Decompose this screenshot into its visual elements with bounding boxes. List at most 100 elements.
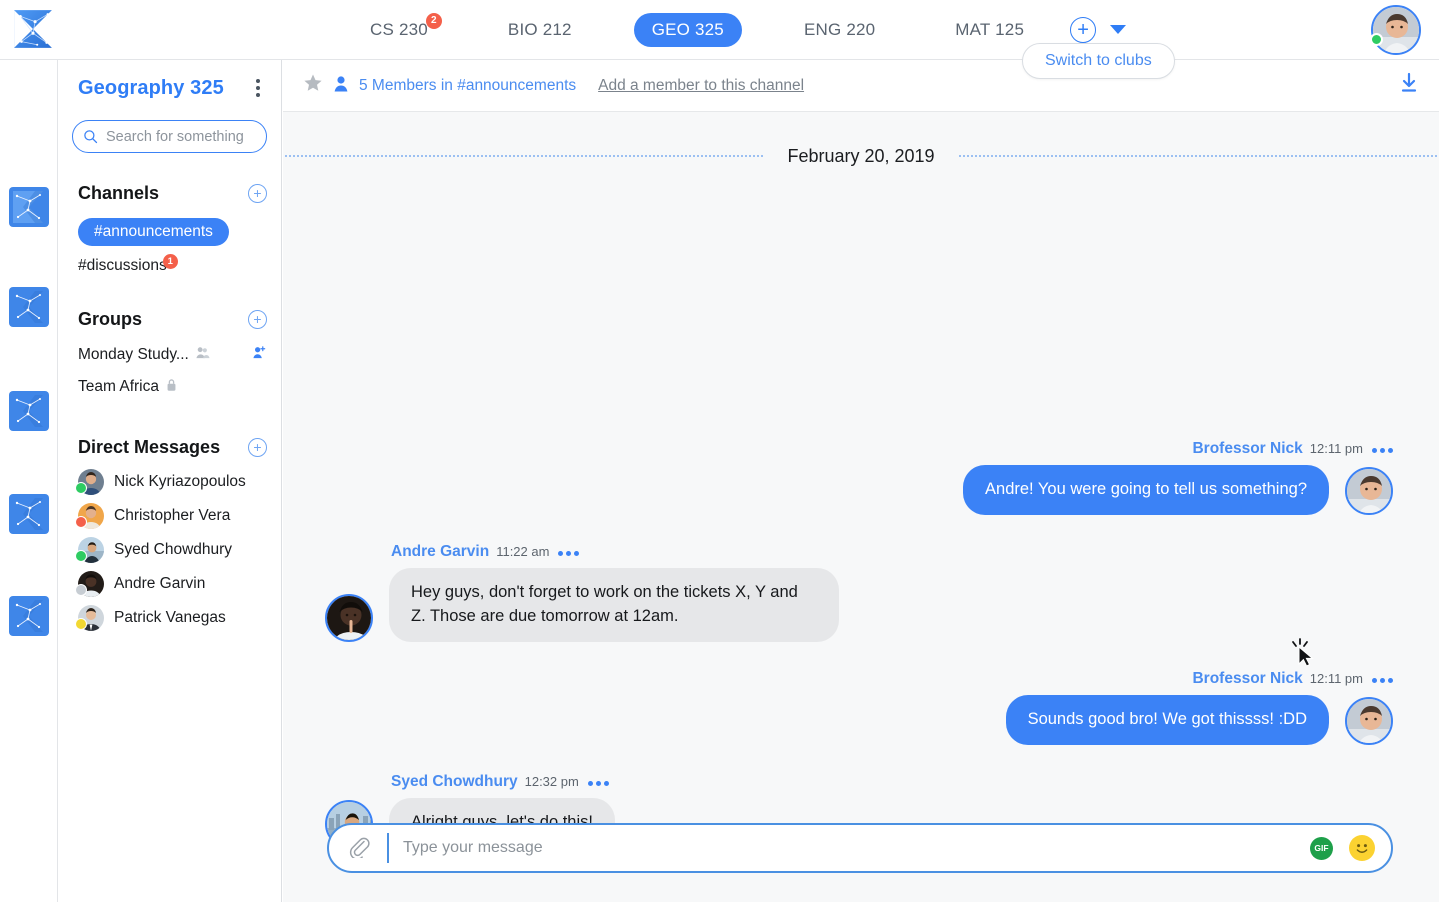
text-cursor xyxy=(387,833,389,863)
gif-button[interactable]: GIF xyxy=(1310,836,1333,860)
date-label: February 20, 2019 xyxy=(787,145,935,166)
divider-line-right xyxy=(958,155,1437,157)
add-dm-icon[interactable]: + xyxy=(248,437,267,457)
message-meta: Brofessor Nick 12:11 pm xyxy=(963,440,1393,458)
chevron-down-icon[interactable] xyxy=(1110,25,1127,34)
list-item[interactable]: Syed Chowdhury xyxy=(58,533,281,567)
group-label: Monday Study... xyxy=(78,346,189,363)
rail-workspace-4[interactable] xyxy=(9,494,49,534)
tab-bio-212[interactable]: BIO 212 xyxy=(490,13,590,47)
section-groups: Groups + xyxy=(58,307,281,331)
smiley-icon[interactable] xyxy=(1349,835,1375,861)
star-icon[interactable] xyxy=(303,73,323,98)
plus-circle-icon[interactable]: + xyxy=(1070,16,1097,43)
message-author: Brofessor Nick xyxy=(1192,669,1303,687)
tab-geo-325[interactable]: GEO 325 xyxy=(633,12,742,47)
channel-label: #announcements xyxy=(78,218,229,246)
tab-label: MAT 125 xyxy=(955,19,1025,39)
rail-workspace-3[interactable] xyxy=(9,391,49,431)
tab-label: GEO 325 xyxy=(651,19,724,39)
list-item[interactable]: Christopher Vera xyxy=(58,499,281,533)
search-input[interactable] xyxy=(72,120,267,153)
tab-badge: 2 xyxy=(425,12,442,29)
avatar[interactable] xyxy=(1345,466,1393,515)
more-options-icon[interactable] xyxy=(587,780,609,786)
rail-workspace-2[interactable] xyxy=(9,287,49,327)
page-title: Geography 325 xyxy=(78,76,224,99)
channel-label: #discussions xyxy=(78,257,167,274)
dm-name: Christopher Vera xyxy=(114,507,231,524)
section-label: Direct Messages xyxy=(78,436,221,457)
paperclip-icon[interactable] xyxy=(347,834,371,863)
message-author: Syed Chowdhury xyxy=(391,772,518,790)
list-item[interactable]: Nick Kyriazopoulos xyxy=(58,465,281,499)
switch-to-clubs-popup[interactable]: Switch to clubs xyxy=(1022,43,1175,79)
online-status-dot xyxy=(1370,33,1383,46)
rail-workspace-1[interactable] xyxy=(9,187,49,227)
sidebar-item-team-africa[interactable]: Team Africa xyxy=(58,371,281,403)
list-item[interactable]: Patrick Vanegas xyxy=(58,601,281,635)
channel-members-label[interactable]: 5 Members in #announcements xyxy=(359,77,576,95)
message-bubble: Andre! You were going to tell us somethi… xyxy=(963,465,1329,515)
unread-badge: 1 xyxy=(162,253,178,269)
dm-list: Nick Kyriazopoulos Christopher Vera Syed… xyxy=(58,465,281,635)
download-icon[interactable] xyxy=(1397,71,1421,100)
status-badge xyxy=(75,482,87,494)
search-icon xyxy=(84,130,98,144)
tab-label: CS 230 xyxy=(370,19,428,39)
tab-mat-125[interactable]: MAT 125 xyxy=(937,13,1042,47)
section-channels: Channels + xyxy=(58,181,281,205)
tab-eng-220[interactable]: ENG 220 xyxy=(786,13,893,47)
more-options-icon[interactable] xyxy=(558,550,580,556)
message-row: Brofessor Nick 12:11 pm Andre! You were … xyxy=(283,440,1439,515)
dm-name: Syed Chowdhury xyxy=(114,541,233,558)
more-options-icon[interactable] xyxy=(1372,448,1393,453)
workspace-rail xyxy=(0,60,58,902)
message-row: Andre Garvin 11:22 am Hey guys, don't fo… xyxy=(283,543,1439,642)
sidebar-header: Geography 325 xyxy=(58,60,281,116)
sidebar-item-discussions[interactable]: #discussions 1 xyxy=(58,251,281,281)
chat-app-window: CS 230 2 BIO 212 GEO 325 ENG 220 MAT 125… xyxy=(0,0,1439,902)
avatar xyxy=(75,571,104,597)
add-member-link[interactable]: Add a member to this channel xyxy=(598,77,804,95)
sidebar-item-monday-study[interactable]: Monday Study... xyxy=(58,339,281,371)
add-person-icon[interactable] xyxy=(252,345,267,365)
section-label: Groups xyxy=(78,308,143,329)
message-meta: Andre Garvin 11:22 am xyxy=(391,543,839,561)
sidebar-item-announcements[interactable]: #announcements xyxy=(58,213,281,251)
avatar[interactable] xyxy=(1345,696,1393,745)
section-label: Channels xyxy=(78,182,160,203)
avatar xyxy=(75,503,104,529)
status-badge xyxy=(75,584,87,596)
message-composer[interactable]: GIF xyxy=(327,823,1393,873)
channel-list: #announcements #discussions 1 xyxy=(58,213,281,281)
class-tabs: CS 230 2 BIO 212 GEO 325 ENG 220 MAT 125… xyxy=(330,0,1127,59)
avatar[interactable] xyxy=(325,593,373,642)
message-input[interactable] xyxy=(403,839,1310,857)
section-direct-messages: Direct Messages + xyxy=(58,435,281,459)
more-options-icon[interactable] xyxy=(1372,677,1393,683)
group-label: Team Africa xyxy=(78,378,159,395)
status-badge xyxy=(75,550,87,562)
add-channel-icon[interactable]: + xyxy=(248,183,267,203)
avatar xyxy=(75,605,104,631)
avatar[interactable] xyxy=(1371,5,1421,55)
group-people-icon xyxy=(195,345,210,365)
message-time: 11:22 am xyxy=(496,543,550,559)
sidebar: Geography 325 Channels + #announcements … xyxy=(58,60,282,902)
rail-workspace-5[interactable] xyxy=(9,596,49,636)
message-row: Brofessor Nick 12:11 pm Sounds good bro!… xyxy=(283,670,1439,745)
lock-icon xyxy=(165,378,178,397)
person-icon xyxy=(333,75,349,97)
kebab-menu-icon[interactable] xyxy=(249,79,267,97)
message-list[interactable]: February 20, 2019 Brofessor Nick 12:11 p… xyxy=(283,112,1439,902)
add-group-icon[interactable]: + xyxy=(248,309,267,329)
divider-line-left xyxy=(285,155,764,157)
tab-cs-230[interactable]: CS 230 2 xyxy=(352,12,446,47)
dm-name: Patrick Vanegas xyxy=(114,609,226,626)
message-bubble: Sounds good bro! We got thissss! :DD xyxy=(1005,694,1329,745)
search-field[interactable] xyxy=(106,128,256,145)
list-item[interactable]: Andre Garvin xyxy=(58,567,281,601)
switch-to-clubs-label: Switch to clubs xyxy=(1045,52,1152,69)
top-bar: CS 230 2 BIO 212 GEO 325 ENG 220 MAT 125… xyxy=(0,0,1439,60)
